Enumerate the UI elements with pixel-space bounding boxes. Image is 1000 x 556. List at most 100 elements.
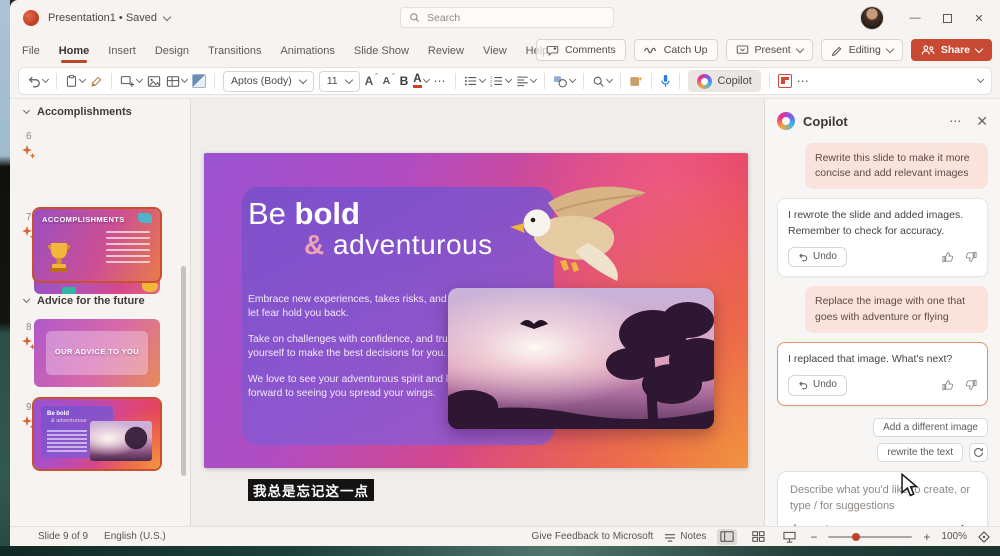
suggestion-chip[interactable]: rewrite the text <box>877 442 963 462</box>
bold-button[interactable]: B <box>400 71 409 91</box>
undo-button[interactable]: Undo <box>788 246 847 268</box>
section-advice[interactable]: Advice for the future <box>22 295 145 307</box>
thumbs-down-icon[interactable] <box>965 379 977 391</box>
tab-animations[interactable]: Animations <box>280 36 334 66</box>
designer-button[interactable] <box>629 71 643 91</box>
more-font-options-button[interactable]: ⋯ <box>434 71 447 91</box>
copilot-response-highlighted: I replaced that image. What's next? Undo <box>777 341 988 406</box>
feedback-link[interactable]: Give Feedback to Microsoft <box>532 531 654 542</box>
align-button[interactable] <box>516 71 537 91</box>
editing-dropdown-icon[interactable] <box>885 44 895 53</box>
present-dropdown-icon[interactable] <box>795 44 804 53</box>
user-avatar[interactable] <box>860 6 884 30</box>
suggestion-chip[interactable]: Add a different image <box>873 417 988 437</box>
thumbs-up-icon[interactable] <box>942 251 954 263</box>
section-label: Advice for the future <box>37 295 145 307</box>
zoom-slider-handle[interactable] <box>852 532 861 541</box>
format-painter-button[interactable] <box>90 71 103 91</box>
normal-view-button[interactable] <box>717 528 738 545</box>
collapse-toolbar-button[interactable] <box>976 71 985 91</box>
paste-button[interactable] <box>65 71 87 91</box>
editing-mode-button[interactable]: Editing <box>820 39 903 61</box>
slideshow-view-button[interactable] <box>779 529 799 545</box>
align-dropdown-icon[interactable] <box>529 75 537 84</box>
insert-table-button[interactable] <box>166 71 189 91</box>
thumbs-up-icon[interactable] <box>942 379 954 391</box>
language-status[interactable]: English (U.S.) <box>104 531 166 542</box>
copilot-icon <box>696 73 712 89</box>
slide-canvas[interactable]: Be bold & adventurous Embrace new experi… <box>204 153 748 468</box>
slide-9-photo <box>90 421 152 461</box>
zoom-level[interactable]: 100% <box>941 531 967 542</box>
fit-to-window-icon[interactable] <box>978 530 990 543</box>
table-dropdown-icon[interactable] <box>180 75 189 84</box>
editing-label: Editing <box>848 44 881 56</box>
copilot-toolbar-button[interactable]: Copilot <box>687 70 761 92</box>
copilot-more-button[interactable]: ⋯ <box>949 114 962 128</box>
shape-fill-swatch <box>192 74 206 88</box>
copilot-response: I rewrote the slide and added images. Re… <box>777 198 988 278</box>
decrease-font-button[interactable]: Aˇ <box>383 71 395 91</box>
sidebar-scrollbar[interactable] <box>181 266 186 476</box>
tab-home[interactable]: Home <box>59 36 89 66</box>
undo-dropdown-icon[interactable] <box>41 75 50 84</box>
tab-file[interactable]: File <box>22 36 40 66</box>
font-color-glyph: A <box>413 73 422 88</box>
notes-toggle[interactable]: Notes <box>664 531 706 542</box>
paste-dropdown-icon[interactable] <box>78 75 87 84</box>
slide-thumbnail-panel: Accomplishments 6 1 ACCOMPLISHMENTS 7 AC… <box>10 98 190 526</box>
undo-button[interactable] <box>27 71 50 91</box>
share-button[interactable]: Share <box>910 39 992 61</box>
comments-button[interactable]: Comments <box>535 39 626 61</box>
maximize-button[interactable] <box>932 0 962 36</box>
find-button[interactable] <box>592 71 613 91</box>
toolbar-overflow-button[interactable]: ⋯ <box>797 71 810 91</box>
numbering-dropdown-icon[interactable] <box>504 75 512 84</box>
font-name-select[interactable]: Aptos (Body) <box>223 70 314 92</box>
shapes-dropdown-icon[interactable] <box>568 75 576 84</box>
shapes-button[interactable] <box>553 71 576 91</box>
search-icon <box>410 13 419 22</box>
zoom-slider[interactable] <box>828 532 913 542</box>
tab-review[interactable]: Review <box>428 36 464 66</box>
search-input[interactable]: Search <box>400 7 614 28</box>
slide-9-thumbnail[interactable]: Be bold & adventurous <box>34 399 160 469</box>
slide-7-thumbnail[interactable]: ACCOMPLISHMENTS <box>34 209 160 281</box>
share-dropdown-icon[interactable] <box>974 44 984 53</box>
dictate-button[interactable] <box>660 71 671 91</box>
bullets-dropdown-icon[interactable] <box>478 75 486 84</box>
tab-transitions[interactable]: Transitions <box>208 36 261 66</box>
minimize-button[interactable]: — <box>900 0 930 36</box>
copilot-close-button[interactable]: ✕ <box>976 113 988 130</box>
tab-design[interactable]: Design <box>155 36 189 66</box>
thumbs-down-icon[interactable] <box>965 251 977 263</box>
font-color-button[interactable]: A <box>413 71 430 91</box>
undo-button[interactable]: Undo <box>788 375 847 396</box>
slide-7-number: 7 <box>26 212 32 223</box>
new-slide-dropdown-icon[interactable] <box>135 75 144 84</box>
designer-panel-button[interactable] <box>777 71 792 91</box>
present-button[interactable]: Present <box>725 39 813 61</box>
catch-up-button[interactable]: Catch Up <box>633 39 718 61</box>
zoom-in-button[interactable]: + <box>923 530 930 544</box>
insert-picture-button[interactable] <box>147 71 161 91</box>
slide-8-thumbnail[interactable]: OUR ADVICE TO YOU <box>34 319 160 387</box>
font-size-select[interactable]: 11 <box>318 70 360 92</box>
close-button[interactable]: ✕ <box>964 0 994 36</box>
tab-insert[interactable]: Insert <box>108 36 136 66</box>
zoom-out-button[interactable]: − <box>810 530 817 544</box>
tab-view[interactable]: View <box>483 36 507 66</box>
tab-slide-show[interactable]: Slide Show <box>354 36 409 66</box>
shape-fill-button[interactable] <box>192 71 206 91</box>
refresh-suggestions-button[interactable] <box>969 442 988 462</box>
increase-font-button[interactable]: Aˆ <box>365 71 378 91</box>
section-accomplishments[interactable]: Accomplishments <box>22 106 132 118</box>
font-color-dropdown-icon[interactable] <box>422 75 430 84</box>
slide-paragraph: We love to see your adventurous spirit a… <box>248 373 465 400</box>
new-slide-button[interactable] <box>120 71 144 91</box>
find-dropdown-icon[interactable] <box>605 75 613 84</box>
document-title[interactable]: Presentation1 • Saved <box>48 0 172 36</box>
bullets-button[interactable] <box>464 71 486 91</box>
slide-sorter-view-button[interactable] <box>748 529 768 545</box>
numbering-button[interactable]: 123 <box>490 71 512 91</box>
